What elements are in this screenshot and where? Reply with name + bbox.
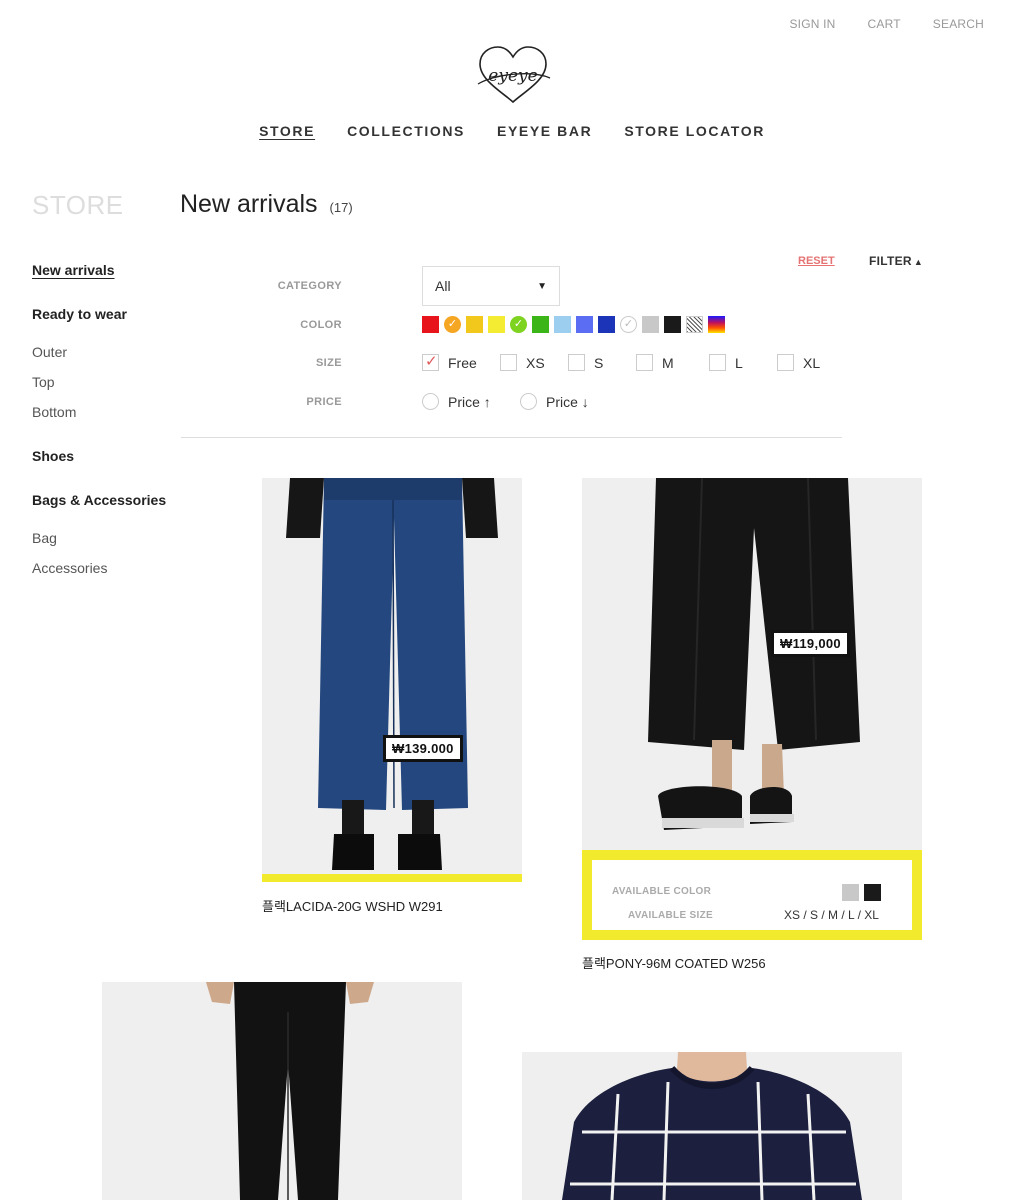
product-name[interactable]: 플랙LACIDA-20G WSHD W291 bbox=[262, 896, 443, 915]
product-name[interactable]: 플랙PONY-96M COATED W256 bbox=[582, 953, 766, 972]
sidebar-item-ready-to-wear[interactable]: Ready to wear bbox=[32, 306, 127, 322]
size-option-free[interactable]: ✓ Free bbox=[422, 353, 477, 371]
cart-link[interactable]: CART bbox=[868, 17, 901, 31]
size-option-label: M bbox=[662, 354, 674, 371]
size-option-label: S bbox=[594, 354, 604, 371]
color-swatch[interactable] bbox=[466, 316, 483, 333]
color-swatch[interactable] bbox=[532, 316, 549, 333]
color-swatch[interactable] bbox=[488, 316, 505, 333]
brand-logo[interactable]: eyeye bbox=[474, 44, 552, 106]
availability-panel-inner: AVAILABLE COLOR AVAILABLE SIZE XS / S / … bbox=[592, 860, 912, 930]
size-option-xs[interactable]: XS bbox=[500, 354, 545, 371]
color-swatch[interactable] bbox=[642, 316, 659, 333]
radio-button[interactable] bbox=[520, 393, 537, 410]
nav-store-locator[interactable]: STORE LOCATOR bbox=[624, 123, 765, 139]
triangle-up-icon: ▲ bbox=[913, 257, 924, 267]
checkbox[interactable] bbox=[500, 354, 517, 371]
filter-divider bbox=[181, 437, 842, 438]
color-swatch[interactable]: ✓ bbox=[510, 316, 527, 333]
available-sizes: XS / S / M / L / XL bbox=[784, 908, 879, 922]
available-color-swatch[interactable] bbox=[842, 884, 859, 901]
color-swatch[interactable] bbox=[576, 316, 593, 333]
main-nav: STORE COLLECTIONS EYEYE BAR STORE LOCATOR bbox=[0, 123, 1024, 141]
sidebar-item-bag[interactable]: Bag bbox=[32, 530, 57, 546]
black-wide-trousers-photo[interactable] bbox=[582, 478, 922, 850]
black-skinny-pants-photo[interactable] bbox=[102, 982, 462, 1200]
filter-toggle-label: FILTER bbox=[869, 254, 912, 268]
radio-button[interactable] bbox=[422, 393, 439, 410]
price-tag: ₩139.000 bbox=[383, 735, 463, 762]
page-heading: New arrivals (17) bbox=[180, 190, 353, 219]
page-title: New arrivals bbox=[180, 190, 318, 218]
checkbox[interactable] bbox=[568, 354, 585, 371]
check-icon: ✓ bbox=[623, 318, 634, 330]
price-ascending-option[interactable]: Price ↑ bbox=[422, 393, 491, 410]
sidebar-item-new-arrivals[interactable]: New arrivals bbox=[32, 262, 115, 278]
result-count: (17) bbox=[329, 200, 353, 215]
available-color-swatch[interactable] bbox=[864, 884, 881, 901]
check-icon: ✓ bbox=[513, 318, 524, 330]
checkbox[interactable]: ✓ bbox=[422, 353, 439, 371]
sidebar-item-shoes[interactable]: Shoes bbox=[32, 448, 74, 464]
price-option-label: Price ↑ bbox=[448, 393, 491, 410]
caret-down-icon: ▼ bbox=[537, 280, 547, 292]
nav-store[interactable]: STORE bbox=[259, 123, 315, 139]
price-label: PRICE bbox=[306, 396, 342, 408]
checkbox[interactable] bbox=[636, 354, 653, 371]
sidebar: STORE New arrivals Ready to wear Outer T… bbox=[32, 190, 172, 576]
sidebar-title: STORE bbox=[32, 190, 124, 220]
color-swatch[interactable] bbox=[422, 316, 439, 333]
size-option-label: XS bbox=[526, 354, 545, 371]
nav-eyeye-bar[interactable]: EYEYE BAR bbox=[497, 123, 592, 139]
color-swatch[interactable]: ✓ bbox=[444, 316, 461, 333]
available-size-label: AVAILABLE SIZE bbox=[628, 910, 713, 921]
size-option-label: Free bbox=[448, 354, 477, 371]
color-swatch[interactable] bbox=[598, 316, 615, 333]
sidebar-item-accessories[interactable]: Accessories bbox=[32, 560, 107, 576]
sidebar-item-top[interactable]: Top bbox=[32, 374, 55, 390]
check-icon: ✓ bbox=[425, 353, 438, 370]
price-option-label: Price ↓ bbox=[546, 393, 589, 410]
utility-nav: SIGN IN CART SEARCH bbox=[757, 17, 984, 31]
available-color-label: AVAILABLE COLOR bbox=[612, 886, 712, 897]
reset-link[interactable]: RESET bbox=[798, 255, 835, 267]
size-option-label: L bbox=[735, 354, 743, 371]
price-tag: ₩119,000 bbox=[771, 630, 850, 657]
check-icon: ✓ bbox=[447, 318, 458, 330]
navy-grid-sweater-photo[interactable] bbox=[522, 1052, 902, 1200]
nav-collections[interactable]: COLLECTIONS bbox=[347, 123, 465, 139]
availability-panel: AVAILABLE COLOR AVAILABLE SIZE XS / S / … bbox=[582, 850, 922, 940]
size-label: SIZE bbox=[315, 357, 342, 369]
filter-toggle-button[interactable]: FILTER ▲ bbox=[869, 254, 923, 268]
checkbox[interactable] bbox=[709, 354, 726, 371]
size-option-s[interactable]: S bbox=[568, 354, 603, 371]
color-swatches: ✓ ✓ ✓ bbox=[422, 316, 725, 333]
category-value: All bbox=[435, 278, 451, 294]
color-swatch[interactable]: ✓ bbox=[620, 316, 637, 333]
checkbox[interactable] bbox=[777, 354, 794, 371]
denim-wide-jeans-photo[interactable] bbox=[262, 478, 522, 874]
highlight-bar bbox=[262, 874, 522, 882]
svg-text:eyeye: eyeye bbox=[488, 66, 537, 86]
sidebar-item-bottom[interactable]: Bottom bbox=[32, 404, 76, 420]
sidebar-item-outer[interactable]: Outer bbox=[32, 344, 67, 360]
category-select[interactable]: All ▼ bbox=[422, 266, 560, 306]
size-option-l[interactable]: L bbox=[709, 354, 743, 371]
color-label: COLOR bbox=[300, 319, 342, 331]
sign-in-link[interactable]: SIGN IN bbox=[789, 17, 835, 31]
color-swatch[interactable] bbox=[708, 316, 725, 333]
color-swatch[interactable] bbox=[554, 316, 571, 333]
color-swatch[interactable] bbox=[664, 316, 681, 333]
search-link[interactable]: SEARCH bbox=[933, 17, 984, 31]
color-swatch[interactable] bbox=[686, 316, 703, 333]
category-label: CATEGORY bbox=[277, 280, 342, 292]
heart-logo-icon: eyeye bbox=[477, 46, 551, 104]
price-descending-option[interactable]: Price ↓ bbox=[520, 393, 589, 410]
sidebar-item-bags-accessories[interactable]: Bags & Accessories bbox=[32, 492, 166, 508]
size-option-label: XL bbox=[803, 354, 821, 371]
size-option-m[interactable]: M bbox=[636, 354, 674, 371]
size-option-xl[interactable]: XL bbox=[777, 354, 820, 371]
